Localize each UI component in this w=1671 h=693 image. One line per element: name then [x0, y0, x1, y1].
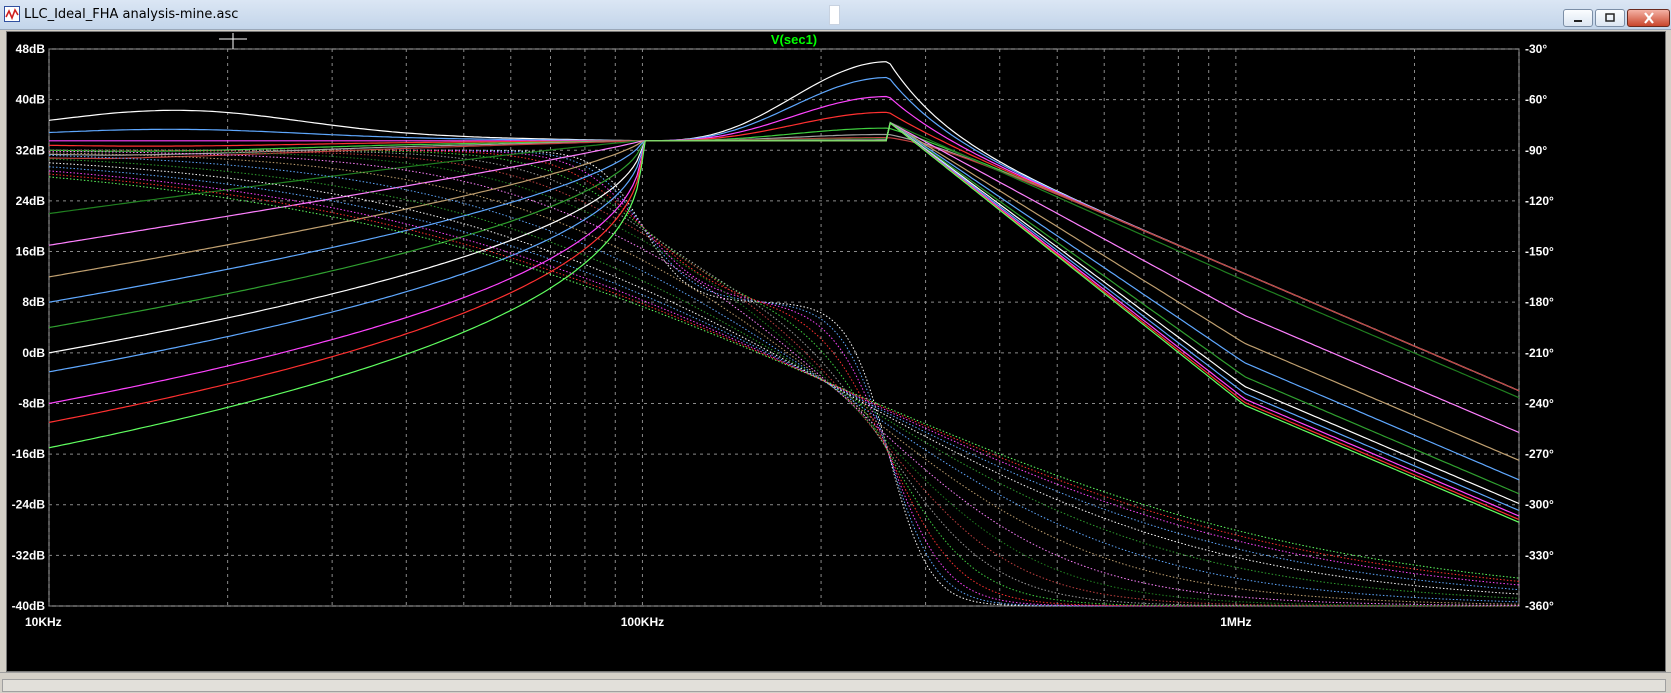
y-right-tick-label: -120° — [1525, 194, 1554, 208]
phase-trace-3 — [49, 149, 1519, 607]
y-left-tick-label: 0dB — [22, 346, 45, 360]
phase-trace-0 — [49, 149, 1519, 607]
y-left-tick-label: 16dB — [16, 245, 46, 259]
y-left-tick-label: 32dB — [16, 143, 46, 157]
y-right-tick-label: -180° — [1525, 295, 1554, 309]
close-button[interactable] — [1627, 9, 1670, 27]
magnitude-trace-1 — [48, 76, 1520, 392]
status-bar — [0, 672, 1671, 693]
phase-trace-12 — [48, 162, 1520, 595]
y-left-tick-label: 48dB — [16, 42, 46, 56]
phase-trace-4 — [49, 149, 1519, 607]
phase-trace-9 — [48, 152, 1520, 605]
minimize-button[interactable] — [1563, 9, 1593, 27]
maximize-icon — [1605, 13, 1615, 22]
x-tick-label: 100KHz — [621, 615, 664, 629]
bode-plot[interactable]: 48dB 40dB 32dB 24dB 16dB 8dB 0dB -8dB -16dB -24dB… — [7, 32, 1665, 671]
status-bar-field — [2, 679, 1666, 692]
phase-trace-8 — [49, 150, 1519, 606]
y-right-tick-label: -270° — [1525, 447, 1554, 461]
y-right-tick-label: -210° — [1525, 346, 1554, 360]
phase-trace-5 — [49, 149, 1519, 607]
close-icon — [1643, 12, 1654, 24]
y-right-tick-label: -300° — [1525, 498, 1554, 512]
y-left-tick-label: -24dB — [12, 498, 46, 512]
y-left-tick-label: -40dB — [12, 599, 46, 613]
magnitude-trace-13 — [48, 121, 1520, 512]
phase-trace-13 — [48, 166, 1520, 591]
magnitude-trace-0 — [48, 61, 1520, 392]
phase-trace-6 — [49, 149, 1519, 607]
magnitude-trace-12 — [48, 121, 1520, 505]
phase-trace-15 — [48, 173, 1520, 582]
title-bar[interactable]: LLC_Ideal_FHA analysis-mine.asc — [0, 0, 1671, 30]
phase-trace-2 — [49, 149, 1519, 607]
y-left-tick-label: 8dB — [22, 295, 45, 309]
magnitude-trace-5 — [49, 133, 1520, 392]
y-left-tick-label: -16dB — [12, 447, 46, 461]
magnitude-trace-4 — [48, 127, 1520, 392]
magnitude-trace-15 — [48, 121, 1520, 521]
phase-trace-10 — [48, 154, 1520, 603]
minimize-icon — [1574, 20, 1582, 22]
y-right-tick-label: -150° — [1525, 245, 1554, 259]
y-left-tick-label: 40dB — [16, 93, 46, 107]
magnitude-trace-16 — [48, 121, 1520, 523]
y-right-tick-label: -90° — [1525, 143, 1547, 157]
y-right-tick-label: -360° — [1525, 599, 1554, 613]
y-right-tick-label: -30° — [1525, 42, 1547, 56]
y-right-tick-label: -330° — [1525, 548, 1554, 562]
phase-trace-1 — [49, 149, 1519, 607]
x-tick-label: 1MHz — [1220, 615, 1251, 629]
y-right-tick-label: -240° — [1525, 396, 1554, 410]
y-left-tick-label: 24dB — [16, 194, 46, 208]
magnitude-trace-14 — [48, 121, 1520, 517]
phase-trace-14 — [48, 170, 1520, 586]
phase-trace-11 — [48, 158, 1520, 599]
window-title: LLC_Ideal_FHA analysis-mine.asc — [24, 7, 239, 22]
ltspice-waveform-window: LLC_Ideal_FHA analysis-mine.asc 48dB 40dB… — [0, 0, 1671, 693]
x-tick-label: 10KHz — [25, 615, 62, 629]
trace-title-label: V(sec1) — [771, 32, 817, 47]
plot-pane[interactable]: 48dB 40dB 32dB 24dB 16dB 8dB 0dB -8dB -16dB -24dB… — [6, 31, 1666, 672]
phase-trace-7 — [49, 150, 1520, 607]
title-caret-marker — [829, 5, 840, 25]
y-right-tick-label: -60° — [1525, 93, 1547, 107]
y-left-tick-label: -8dB — [18, 396, 45, 410]
maximize-button[interactable] — [1595, 9, 1625, 27]
waveform-app-icon — [4, 6, 20, 22]
y-left-tick-label: -32dB — [12, 548, 46, 562]
